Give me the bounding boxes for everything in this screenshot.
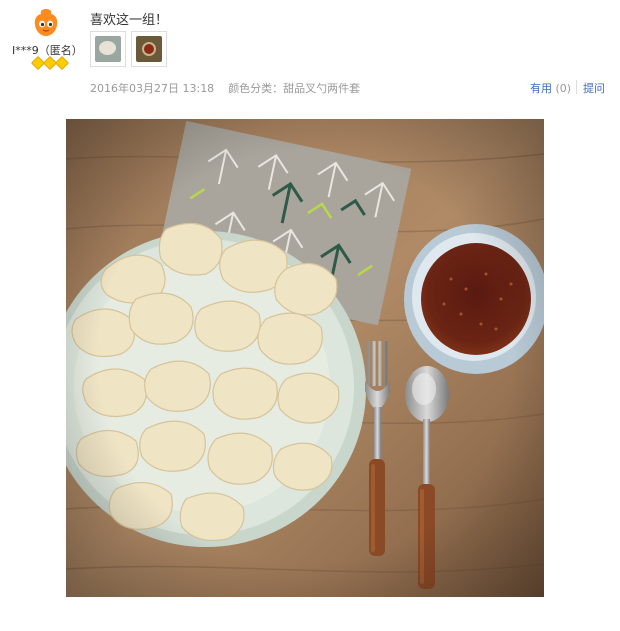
review-thumbnail-2[interactable] (131, 31, 167, 67)
review-date: 2016年03月27日 13:18 (90, 82, 215, 95)
review-photo[interactable] (66, 119, 544, 597)
review-comment: 喜欢这一组！ (90, 13, 169, 28)
useful-button[interactable]: 有用 (0) (530, 80, 571, 96)
review-thumbnails (90, 31, 167, 67)
dumplings-photo (66, 119, 544, 597)
ask-button[interactable]: 提问 (583, 80, 605, 96)
user-avatar (30, 6, 62, 38)
username-text: I***9 (12, 44, 39, 57)
user-level-badges (30, 55, 70, 71)
useful-count: (0) (555, 82, 572, 95)
diamond-icon (54, 55, 70, 71)
useful-label: 有用 (530, 82, 552, 95)
product-variant: 颜色分类：甜品叉勺两件套 (228, 82, 361, 95)
review-meta: 2016年03月27日 13:18 颜色分类：甜品叉勺两件套 (90, 80, 360, 96)
review-thumbnail-1[interactable] (90, 31, 126, 67)
tmall-mascot-icon (34, 9, 58, 36)
username: I***9（匿名） (12, 42, 83, 58)
anonymous-tag: （匿名） (38, 44, 83, 57)
divider (576, 80, 577, 94)
